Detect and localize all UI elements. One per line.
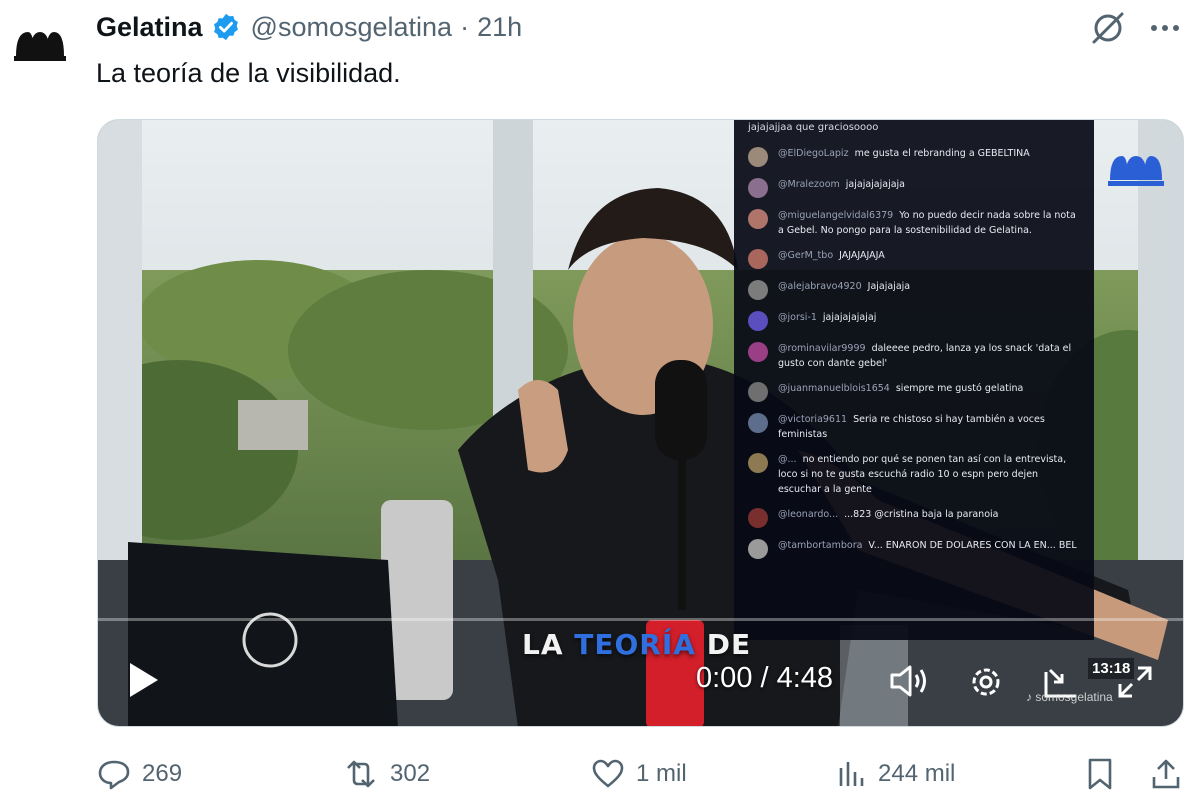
chat-avatar (748, 453, 768, 473)
chat-message-text: Jajajajaja (867, 281, 911, 292)
share-button[interactable] (1150, 752, 1192, 796)
volume-icon (890, 665, 926, 697)
fullscreen-button[interactable] (1116, 664, 1154, 700)
gelatina-watermark-logo-icon (1108, 156, 1164, 186)
reply-button[interactable]: 269 (96, 752, 182, 796)
chat-avatar (748, 280, 768, 300)
repost-count: 302 (390, 760, 431, 787)
chat-avatar (748, 249, 768, 269)
chat-message-text: jajajajajajaj (822, 312, 877, 323)
chat-message: @Mralezoom jajajajajajaja (748, 177, 1084, 198)
chat-message-text: no entiendo por qué se ponen tan así con… (778, 454, 1067, 495)
chat-username: @ElDiegoLapiz (778, 148, 849, 159)
reply-count: 269 (142, 760, 183, 787)
chat-avatar (748, 147, 768, 167)
separator-dot: · (460, 11, 470, 42)
views-button[interactable]: 244 mil (836, 752, 955, 796)
like-count: 1 mil (636, 760, 687, 787)
chat-message-text: siempre me gustó gelatina (895, 383, 1024, 394)
chat-message-text: JAJAJAJAJA (839, 250, 885, 261)
author-handle[interactable]: @somosgelatina (251, 12, 453, 43)
chat-message: @juanmanuelblois1654 siempre me gustó gel… (748, 381, 1084, 402)
views-count: 244 mil (878, 760, 956, 787)
repost-icon (347, 760, 375, 788)
chat-message: @leonardo... ...823 @cristina baja la par… (748, 507, 1084, 528)
video-caption: LA TEORÍA DE (522, 628, 751, 661)
chat-avatar (748, 508, 768, 528)
chat-avatar (748, 209, 768, 229)
caption-highlight: TEORÍA (574, 628, 696, 661)
chat-username: @rominavilar9999 (778, 343, 866, 354)
author-avatar[interactable] (8, 14, 72, 78)
chat-avatar (748, 311, 768, 331)
chat-username: @victoria9611 (778, 414, 848, 425)
video-player[interactable]: jajajajjaa que graciosoooo @ElDiegoLapiz… (97, 119, 1184, 727)
bookmark-button[interactable] (1084, 752, 1126, 796)
chat-username: @jorsi-1 (778, 312, 817, 323)
reply-icon (98, 760, 130, 790)
gelatina-logo-icon (14, 32, 66, 61)
chat-username: @Mralezoom (778, 179, 840, 190)
tweet-text: La teoría de la visibilidad. (96, 58, 401, 88)
chat-username: @leonardo... (778, 509, 839, 520)
chat-username: @alejabravo4920 (778, 281, 862, 292)
share-icon (1152, 759, 1180, 789)
chat-avatar (748, 178, 768, 198)
fullscreen-icon (1118, 666, 1152, 698)
chat-message: @victoria9611 Seria re chistoso si hay ta… (748, 412, 1084, 442)
chat-message-text: me gusta el rebranding a GEBELTINA (854, 148, 1030, 159)
views-chart-icon (839, 762, 864, 786)
chat-username: @juanmanuelblois1654 (778, 383, 890, 394)
video-progress-bar[interactable] (98, 618, 1183, 621)
chat-username: @tambortambora (778, 540, 863, 551)
chat-message: @miguelangelvidal6379 Yo no puedo decir n… (748, 208, 1084, 238)
caption-text: LA (522, 628, 575, 661)
bookmark-icon (1088, 758, 1112, 790)
chat-message: @tambortambora V... ENARON DE DOLARES CON… (748, 538, 1084, 559)
play-button[interactable] (126, 660, 162, 700)
chat-avatar (748, 539, 768, 559)
chat-avatar (748, 413, 768, 433)
chat-message: @alejabravo4920 Jajajajaja (748, 279, 1084, 300)
chat-message: @... no entiendo por qué se ponen tan así… (748, 452, 1084, 497)
video-time: 0:00 / 4:48 (696, 662, 834, 694)
tiktok-watermark: ♪ somosgelatina (1026, 690, 1113, 704)
heart-icon (592, 759, 624, 788)
tweet-actions: 269 302 1 mil 244 mil (96, 752, 1190, 796)
volume-button[interactable] (888, 663, 932, 699)
like-button[interactable]: 1 mil (590, 752, 687, 796)
author-display-name[interactable]: Gelatina (96, 12, 203, 43)
more-options-icon[interactable] (1143, 10, 1187, 46)
live-chat-panel: jajajajjaa que graciosoooo @ElDiegoLapiz… (734, 120, 1094, 640)
play-icon (130, 663, 158, 697)
chat-message-text: ...823 @cristina baja la paranoia (844, 509, 999, 520)
chat-username: @miguelangelvidal6379 (778, 210, 894, 221)
chat-username: @... (778, 454, 797, 465)
chat-message: @jorsi-1 jajajajajajaj (748, 310, 1084, 331)
repost-button[interactable]: 302 (342, 752, 430, 796)
chat-message: @rominavilar9999 daleeee pedro, lanza ya … (748, 341, 1084, 371)
chat-username: @GerM_tbo (778, 250, 834, 261)
chat-avatar (748, 382, 768, 402)
tweet-header: Gelatina @somosgelatina · 21h (96, 10, 522, 44)
settings-button[interactable] (966, 662, 1006, 702)
chat-message: @GerM_tbo JAJAJAJAJA (748, 248, 1084, 269)
tweet-time[interactable]: 21h (477, 12, 522, 43)
verified-badge-icon (211, 12, 241, 42)
chat-avatar (748, 342, 768, 362)
chat-message-text: V... ENARON DE DOLARES CON LA EN... BEL (868, 540, 1077, 551)
grok-icon[interactable] (1088, 10, 1128, 46)
gear-icon (972, 668, 1000, 696)
chat-message-text: jajajajjaa que graciosoooo (748, 122, 879, 133)
caption-text: DE (695, 628, 752, 661)
chat-message-text: jajajajajajaja (845, 179, 906, 190)
chat-message: @ElDiegoLapiz me gusta el rebranding a GE… (748, 146, 1084, 167)
